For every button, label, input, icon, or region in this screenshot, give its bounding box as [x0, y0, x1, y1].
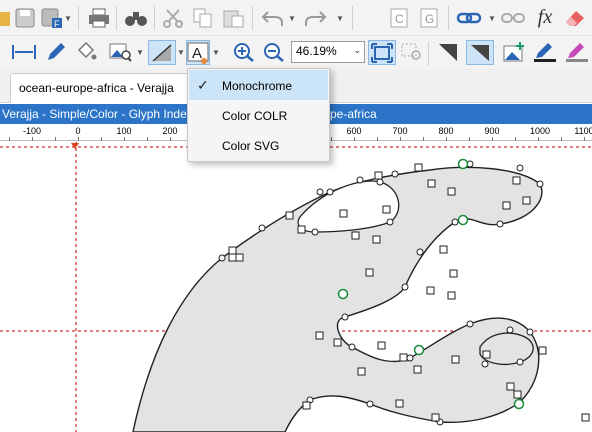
- color-pen-icon[interactable]: [532, 41, 558, 63]
- chevron-down-icon[interactable]: ⌄: [353, 45, 361, 56]
- redo-dropdown-arrow[interactable]: ▼: [336, 14, 344, 23]
- insert-char-icon[interactable]: C: [388, 7, 410, 29]
- ruler-label: 600: [346, 126, 362, 136]
- save-dropdown-arrow[interactable]: ▼: [64, 14, 72, 23]
- ruler-tick: [538, 137, 539, 141]
- folder-icon[interactable]: [0, 7, 10, 29]
- fit-icon[interactable]: [368, 40, 396, 65]
- svg-text:G: G: [425, 12, 434, 26]
- image-zoom-dropdown-arrow[interactable]: ▼: [136, 48, 144, 57]
- save-icon[interactable]: [14, 7, 36, 29]
- tab-ocean-europe-africa[interactable]: ocean-europe-africa - Verajja: [10, 73, 190, 103]
- ruler-tick: [469, 137, 470, 141]
- main-toolbar: F ▼ ▼ ▼ C G ▼ fx: [0, 0, 592, 36]
- ruler-tick: [9, 137, 10, 141]
- ruler-label: 1100: [574, 126, 592, 136]
- fill-mode-dropdown-arrow[interactable]: ▼: [177, 48, 185, 57]
- ruler-tick: [32, 137, 33, 141]
- cut-icon[interactable]: [162, 7, 184, 29]
- ruler-tick: [377, 137, 378, 141]
- glyph-canvas[interactable]: [0, 142, 592, 432]
- zoom-value: 46.19%: [296, 44, 337, 58]
- link-dropdown-arrow[interactable]: ▼: [488, 14, 496, 23]
- select-zoom-icon[interactable]: [400, 41, 424, 63]
- ruler-tick: [101, 137, 102, 141]
- ruler-label: 200: [162, 126, 178, 136]
- ruler-tick: [170, 137, 171, 141]
- origin-marker: [71, 143, 79, 149]
- unlink-icon[interactable]: [500, 7, 526, 29]
- ruler-tick: [446, 137, 447, 141]
- color-mode-menu: ✓ Monochrome Color COLR Color SVG: [187, 68, 330, 162]
- menu-item-label: Monochrome: [222, 79, 293, 93]
- link-icon[interactable]: [456, 7, 482, 29]
- ruler-tick: [124, 137, 125, 141]
- copy-icon[interactable]: [192, 7, 214, 29]
- menu-item-color-colr[interactable]: Color COLR: [189, 100, 328, 130]
- ruler-tick: [492, 137, 493, 141]
- svg-text:F: F: [54, 19, 60, 28]
- svg-text:C: C: [395, 12, 404, 26]
- fx-icon[interactable]: fx: [532, 5, 558, 29]
- fill-mode-icon[interactable]: [148, 40, 176, 65]
- title-text: Verajja - Simple/Color - Glyph Index: [2, 107, 193, 121]
- ruler-tick: [147, 137, 148, 141]
- ruler-tick: [400, 137, 401, 141]
- ruler-label: -100: [22, 126, 42, 136]
- undo-dropdown-arrow[interactable]: ▼: [288, 14, 296, 23]
- tab-label: ocean-europe-africa - Verajja: [19, 81, 174, 95]
- ruler-label: 1000: [529, 126, 551, 136]
- corner-pressed-icon[interactable]: [466, 40, 494, 65]
- add-image-icon[interactable]: [502, 41, 526, 63]
- redo-icon[interactable]: [302, 7, 328, 29]
- check-icon: ✓: [197, 77, 209, 93]
- ruler-tick: [515, 137, 516, 141]
- paste-icon[interactable]: [222, 7, 246, 29]
- ruler-tick: [55, 137, 56, 141]
- menu-item-color-svg[interactable]: Color SVG: [189, 130, 328, 160]
- menu-item-label: Color SVG: [222, 139, 280, 153]
- menu-item-label: Color COLR: [222, 109, 288, 123]
- undo-icon[interactable]: [260, 7, 286, 29]
- ruler-label: 800: [438, 126, 454, 136]
- ruler-label: 100: [116, 126, 132, 136]
- ruler-label: 700: [392, 126, 408, 136]
- ruler-tick: [561, 137, 562, 141]
- color-glyph-dropdown-arrow[interactable]: ▼: [212, 48, 220, 57]
- title-text-tail: pe-africa: [330, 107, 377, 121]
- zoom-combobox[interactable]: 46.19% ⌄: [291, 41, 365, 63]
- menu-item-monochrome[interactable]: ✓ Monochrome: [189, 70, 328, 100]
- pen-icon[interactable]: [44, 41, 68, 63]
- zoom-out-icon[interactable]: [262, 41, 286, 63]
- color-glyph-letter: A: [192, 45, 202, 62]
- eraser-icon[interactable]: [562, 7, 588, 29]
- binoculars-icon[interactable]: [124, 7, 148, 29]
- glyph-outline-svg[interactable]: [0, 142, 592, 432]
- color-glyph-icon[interactable]: A: [186, 40, 210, 65]
- ruler-tick: [78, 137, 79, 141]
- save-as-icon[interactable]: F: [41, 7, 63, 29]
- corner-icon[interactable]: [436, 41, 460, 63]
- ruler-tick: [423, 137, 424, 141]
- ruler-tick: [331, 137, 332, 141]
- image-zoom-icon[interactable]: [108, 41, 134, 63]
- insert-glyph-icon[interactable]: G: [418, 7, 440, 29]
- bucket-icon[interactable]: [74, 41, 98, 63]
- print-icon[interactable]: [88, 7, 110, 29]
- zoom-in-icon[interactable]: [232, 41, 256, 63]
- brush-icon[interactable]: [564, 41, 590, 63]
- ruler-label: 900: [484, 126, 500, 136]
- ruler-tick: [354, 137, 355, 141]
- ruler-tick: [584, 137, 585, 141]
- ruler-label: 0: [75, 126, 81, 136]
- fit-width-icon[interactable]: [10, 41, 38, 63]
